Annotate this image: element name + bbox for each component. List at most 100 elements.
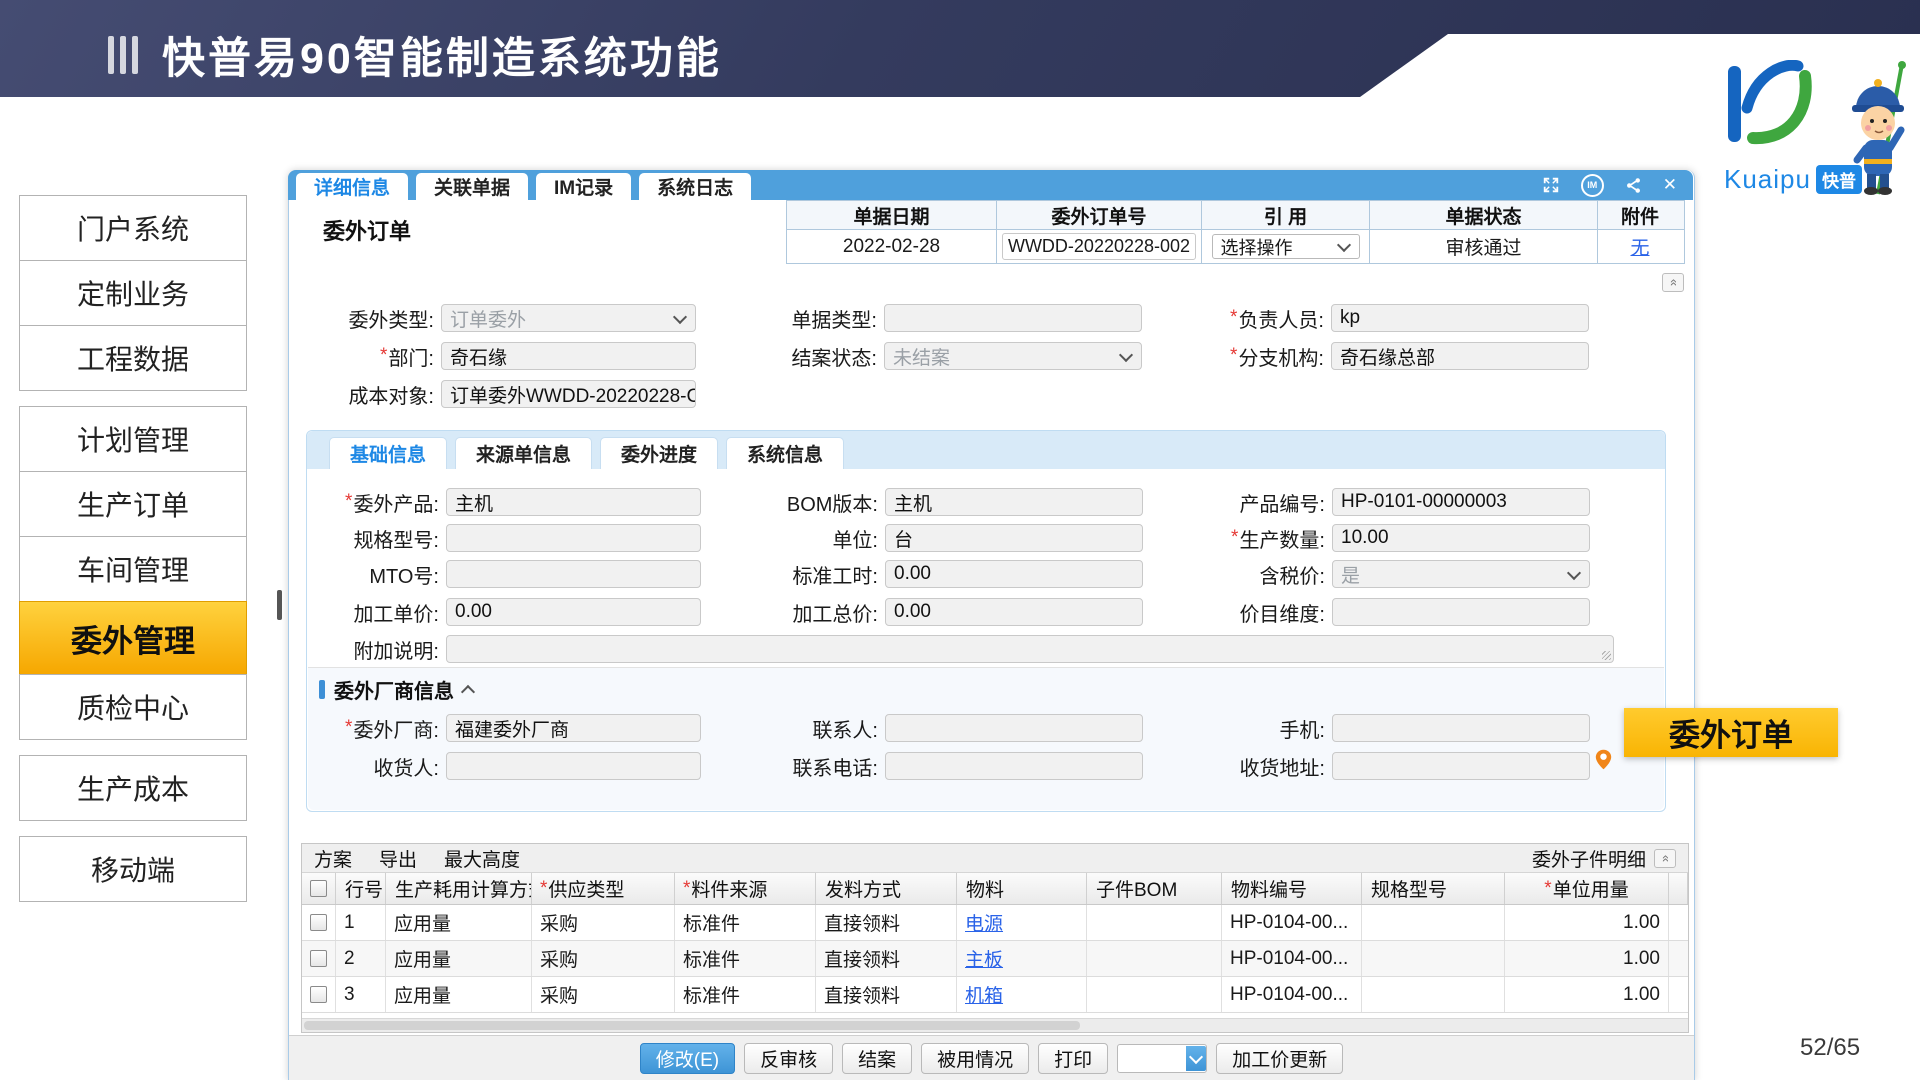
chevron-down-icon: [1119, 347, 1133, 361]
usage-info-button[interactable]: 被用情况: [921, 1043, 1029, 1074]
tab-source-doc[interactable]: 来源单信息: [455, 437, 592, 469]
col-label: 料件来源: [691, 875, 767, 902]
required-star: *: [683, 878, 690, 900]
material-link[interactable]: 机箱: [965, 981, 1003, 1008]
note-input[interactable]: [446, 635, 1614, 663]
sidebar-item-planning[interactable]: 计划管理: [19, 406, 247, 472]
field-label: MTO号:: [369, 560, 439, 589]
mobile-input[interactable]: [1332, 714, 1590, 742]
product-no-input[interactable]: HP-0101-00000003: [1332, 488, 1590, 516]
basic-info-panel: 基础信息 来源单信息 委外进度 系统信息 *委外产品: 主机 BOM版本: 主机…: [306, 430, 1666, 812]
material-link[interactable]: 主板: [965, 945, 1003, 972]
im-icon[interactable]: IM: [1581, 174, 1604, 197]
input-value: 主机: [894, 489, 932, 516]
field-outsource-type: 委外类型: 订单委外: [297, 304, 696, 332]
tab-detail-info[interactable]: 详细信息: [296, 173, 408, 200]
sidebar-item-outsourcing[interactable]: 委外管理: [19, 601, 247, 675]
contact-input[interactable]: [885, 714, 1143, 742]
chevron-up-icon[interactable]: [461, 684, 475, 698]
sidebar-item-custom[interactable]: 定制业务: [19, 260, 247, 326]
price-update-button[interactable]: 加工价更新: [1216, 1043, 1343, 1074]
logo-text-en: Kuaipu: [1724, 164, 1811, 195]
tab-basic-info[interactable]: 基础信息: [329, 437, 447, 469]
tab-outsourcing-progress[interactable]: 委外进度: [600, 437, 718, 469]
horizontal-scrollbar[interactable]: [302, 1018, 1688, 1032]
sidebar-item-mobile[interactable]: 移动端: [19, 836, 247, 902]
tab-im-record[interactable]: IM记录: [536, 173, 631, 200]
row-checkbox[interactable]: [310, 950, 327, 967]
sidebar-item-quality[interactable]: 质检中心: [19, 674, 247, 740]
branch-input[interactable]: 奇石缘总部: [1331, 342, 1589, 370]
col-label: 物料编号: [1231, 875, 1307, 902]
vendor-input[interactable]: 福建委外厂商: [446, 714, 701, 742]
sidebar-item-cost[interactable]: 生产成本: [19, 755, 247, 821]
outsource-type-select[interactable]: 订单委外: [441, 304, 696, 332]
tab-system-log[interactable]: 系统日志: [639, 173, 751, 200]
row-checkbox[interactable]: [310, 914, 327, 931]
department-input[interactable]: 奇石缘: [441, 342, 696, 370]
col-attachment: 附件: [1597, 201, 1682, 229]
scrollbar-thumb[interactable]: [304, 1021, 1080, 1030]
manager-input[interactable]: kp: [1331, 304, 1589, 332]
location-pin-icon[interactable]: [1595, 749, 1612, 775]
unit-input[interactable]: 台: [885, 524, 1143, 552]
product-input[interactable]: 主机: [446, 488, 701, 516]
close-icon[interactable]: ✕: [1663, 175, 1677, 195]
cell-issue-method: 直接领料: [816, 905, 957, 940]
close-case-button[interactable]: 结案: [842, 1043, 912, 1074]
close-status-select[interactable]: 未结案: [884, 342, 1142, 370]
receiver-input[interactable]: [446, 752, 701, 780]
edit-button[interactable]: 修改(E): [640, 1043, 735, 1074]
mto-input[interactable]: [446, 560, 701, 588]
tab-system-info[interactable]: 系统信息: [726, 437, 844, 469]
field-branch: *分支机构: 奇石缘总部: [1189, 342, 1589, 370]
fullscreen-icon[interactable]: [1542, 176, 1560, 194]
sidebar-item-workshop[interactable]: 车间管理: [19, 536, 247, 602]
export-button[interactable]: 导出: [379, 845, 417, 872]
plan-button[interactable]: 方案: [314, 845, 352, 872]
collapse-grid-button[interactable]: »: [1654, 849, 1676, 868]
field-doc-type: 单据类型:: [744, 304, 1142, 332]
doc-type-input[interactable]: [884, 304, 1142, 332]
std-hours-input[interactable]: 0.00: [885, 560, 1143, 588]
select-dropdown-button[interactable]: [1186, 1046, 1206, 1071]
select-all-checkbox[interactable]: [310, 880, 327, 897]
max-height-button[interactable]: 最大高度: [444, 845, 520, 872]
print-button[interactable]: 打印: [1038, 1043, 1108, 1074]
sidebar-item-portal[interactable]: 门户系统: [19, 195, 247, 261]
material-link[interactable]: 电源: [965, 909, 1003, 936]
col-label: 生产耗用计算方式: [395, 875, 532, 902]
address-input[interactable]: [1332, 752, 1590, 780]
field-label: 结案状态:: [791, 342, 877, 371]
collapse-form-button[interactable]: »: [1662, 273, 1684, 292]
sidebar-item-engineering[interactable]: 工程数据: [19, 325, 247, 391]
row-checkbox[interactable]: [310, 986, 327, 1003]
panel-resize-handle[interactable]: [277, 590, 282, 620]
required-star: *: [1544, 878, 1551, 900]
unapprove-button[interactable]: 反审核: [744, 1043, 833, 1074]
field-department: *部门: 奇石缘: [297, 342, 696, 370]
tab-related-docs[interactable]: 关联单据: [416, 173, 528, 200]
col-unit-usage: *单位用量: [1505, 873, 1669, 904]
cell-issue-method: 直接领料: [816, 977, 957, 1012]
attachment-link[interactable]: 无: [1630, 233, 1649, 260]
grid-row-2: 2 应用量 采购 标准件 直接领料 主板 HP-0104-00... 1.00: [302, 941, 1688, 977]
more-actions-select[interactable]: [1117, 1044, 1207, 1073]
bom-version-input[interactable]: 主机: [885, 488, 1143, 516]
cost-object-input[interactable]: 订单委外WWDD-20220228-C: [441, 380, 696, 408]
spec-input[interactable]: [446, 524, 701, 552]
qty-input[interactable]: 10.00: [1332, 524, 1590, 552]
col-issue-method: 发料方式: [816, 873, 957, 904]
price-dim-input[interactable]: [1332, 598, 1590, 626]
field-mobile: 手机:: [1190, 714, 1590, 742]
reference-select[interactable]: 选择操作: [1212, 234, 1360, 259]
share-icon[interactable]: [1625, 177, 1642, 194]
unit-price-input[interactable]: 0.00: [446, 598, 701, 626]
field-bom-version: BOM版本: 主机: [745, 488, 1143, 516]
phone-input[interactable]: [885, 752, 1143, 780]
tax-price-select[interactable]: 是: [1332, 560, 1590, 588]
sidebar-item-production-order[interactable]: 生产订单: [19, 471, 247, 537]
total-price-input[interactable]: 0.00: [885, 598, 1143, 626]
grid-header-row: 行号 生产耗用计算方式 *供应类型 *料件来源 发料方式 物料 子件BOM 物料…: [302, 873, 1688, 905]
order-no-input[interactable]: WWDD-20220228-002: [1002, 233, 1196, 260]
